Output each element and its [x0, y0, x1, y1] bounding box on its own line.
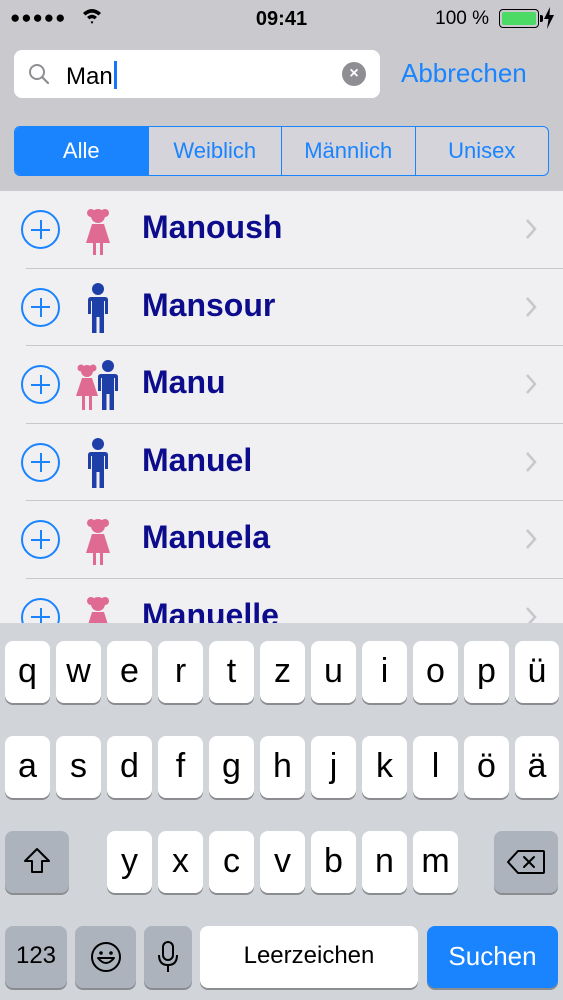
chevron-right-icon — [526, 529, 537, 549]
search-text: Man — [66, 61, 117, 91]
key-r[interactable]: r — [158, 641, 203, 703]
segment-female[interactable]: Weiblich — [147, 127, 282, 175]
key-d[interactable]: d — [107, 736, 152, 798]
key-l[interactable]: l — [413, 736, 458, 798]
segment-all[interactable]: Alle — [15, 127, 148, 175]
chevron-right-icon — [526, 451, 537, 472]
key-f[interactable]: f — [158, 736, 203, 798]
chevron-right-icon — [526, 296, 537, 317]
key-m[interactable]: m — [413, 831, 458, 893]
list-item[interactable]: Manuelle — [0, 579, 563, 624]
chevron-right-icon — [526, 606, 537, 623]
search-header: Man × Abbrechen Alle Weiblich Männlich U… — [0, 38, 563, 191]
battery-percentage: 100 % — [435, 8, 489, 29]
add-circle-icon[interactable] — [21, 210, 60, 249]
key-b[interactable]: b — [311, 831, 356, 893]
dictation-key[interactable] — [144, 926, 192, 988]
key-n[interactable]: n — [362, 831, 407, 893]
key-v[interactable]: v — [260, 831, 305, 893]
key-ue[interactable]: ü — [515, 641, 559, 703]
name-label: Manuelle — [142, 596, 279, 624]
key-y[interactable]: y — [107, 831, 152, 893]
key-h[interactable]: h — [260, 736, 305, 798]
segment-unisex[interactable]: Unisex — [414, 127, 549, 175]
name-label: Manu — [142, 364, 226, 400]
key-j[interactable]: j — [311, 736, 356, 798]
key-u[interactable]: u — [311, 641, 356, 703]
emoji-key[interactable] — [75, 926, 136, 988]
shift-icon — [24, 848, 50, 873]
clear-icon[interactable]: × — [342, 62, 366, 86]
unisex-icon — [76, 360, 118, 410]
backspace-icon — [507, 850, 545, 874]
key-e[interactable]: e — [107, 641, 152, 703]
microphone-icon — [158, 941, 178, 972]
gender-filter-segmented-control: Alle Weiblich Männlich Unisex — [14, 126, 549, 176]
backspace-key[interactable] — [494, 831, 558, 893]
add-circle-icon[interactable] — [21, 520, 60, 559]
text-cursor — [113, 61, 117, 89]
key-q[interactable]: q — [5, 641, 50, 703]
male-icon — [88, 437, 108, 488]
charging-bolt-icon — [544, 7, 554, 29]
cancel-button[interactable]: Abbrechen — [401, 58, 527, 89]
key-oe[interactable]: ö — [464, 736, 509, 798]
list-item[interactable]: Manu — [0, 346, 563, 424]
space-key[interactable]: Leerzeichen — [200, 926, 418, 988]
key-s[interactable]: s — [56, 736, 101, 798]
add-circle-icon[interactable] — [21, 597, 60, 623]
key-x[interactable]: x — [158, 831, 203, 893]
list-item[interactable]: Manuel — [0, 424, 563, 502]
emoji-icon — [90, 942, 121, 972]
female-icon — [86, 519, 110, 565]
name-label: Manuela — [142, 519, 271, 555]
key-z[interactable]: z — [260, 641, 305, 703]
segment-male[interactable]: Männlich — [281, 127, 415, 175]
key-a[interactable]: a — [5, 736, 50, 798]
shift-key[interactable] — [5, 831, 69, 893]
results-list: Manoush Mansour Manu Manuel Manuela Manu… — [0, 191, 563, 623]
chevron-right-icon — [526, 374, 537, 394]
name-label: Manoush — [142, 209, 283, 245]
key-k[interactable]: k — [362, 736, 407, 798]
chevron-right-icon — [526, 219, 537, 239]
key-c[interactable]: c — [209, 831, 254, 893]
key-ae[interactable]: ä — [515, 736, 559, 798]
key-i[interactable]: i — [362, 641, 407, 703]
add-circle-icon[interactable] — [21, 442, 60, 482]
key-w[interactable]: w — [56, 641, 101, 703]
list-item[interactable]: Manoush — [0, 191, 563, 269]
key-g[interactable]: g — [209, 736, 254, 798]
status-bar: ●●●●● 09:41 100 % — [0, 0, 563, 38]
keyboard: q w e r t z u i o p ü a s d f g h j k l … — [0, 623, 563, 1000]
search-icon — [29, 64, 50, 85]
numbers-key[interactable]: 123 — [5, 926, 67, 988]
key-p[interactable]: p — [464, 641, 509, 703]
add-circle-icon[interactable] — [21, 365, 60, 404]
key-t[interactable]: t — [209, 641, 254, 703]
list-item[interactable]: Manuela — [0, 501, 563, 579]
male-icon — [88, 282, 108, 333]
name-label: Mansour — [142, 286, 276, 323]
list-item[interactable]: Mansour — [0, 269, 563, 347]
battery-icon — [499, 9, 543, 28]
search-input[interactable]: Man × — [14, 50, 380, 98]
female-icon — [87, 596, 109, 623]
female-icon — [86, 209, 110, 255]
name-label: Manuel — [142, 441, 253, 478]
search-key[interactable]: Suchen — [427, 926, 558, 988]
key-o[interactable]: o — [413, 641, 458, 703]
add-circle-icon[interactable] — [21, 287, 60, 327]
